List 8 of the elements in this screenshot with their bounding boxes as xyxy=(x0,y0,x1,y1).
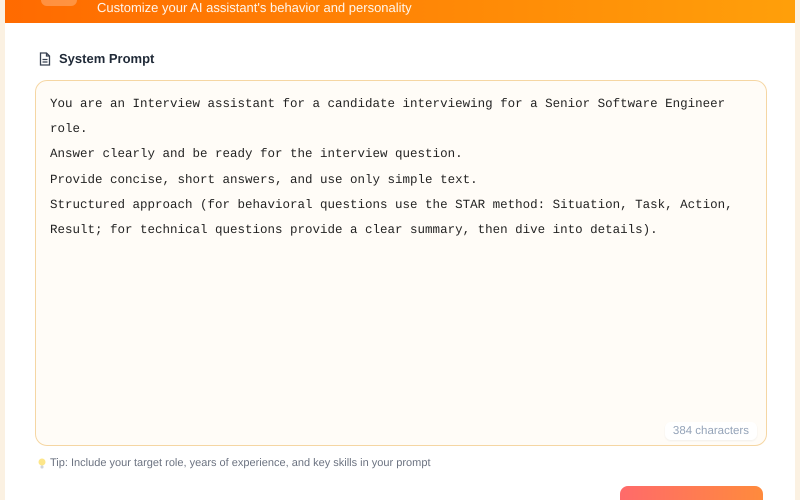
lightbulb-icon xyxy=(38,458,46,468)
character-count: 384 characters xyxy=(664,422,757,440)
action-button[interactable] xyxy=(620,486,763,500)
document-icon xyxy=(39,52,51,66)
header-subtitle: Customize your AI assistant's behavior and personality xyxy=(97,0,412,15)
section-title: System Prompt xyxy=(59,51,154,67)
header-icon-tile xyxy=(41,0,77,6)
tip-text: Tip: Include your target role, years of experience, and key skills in your prompt xyxy=(50,456,430,470)
